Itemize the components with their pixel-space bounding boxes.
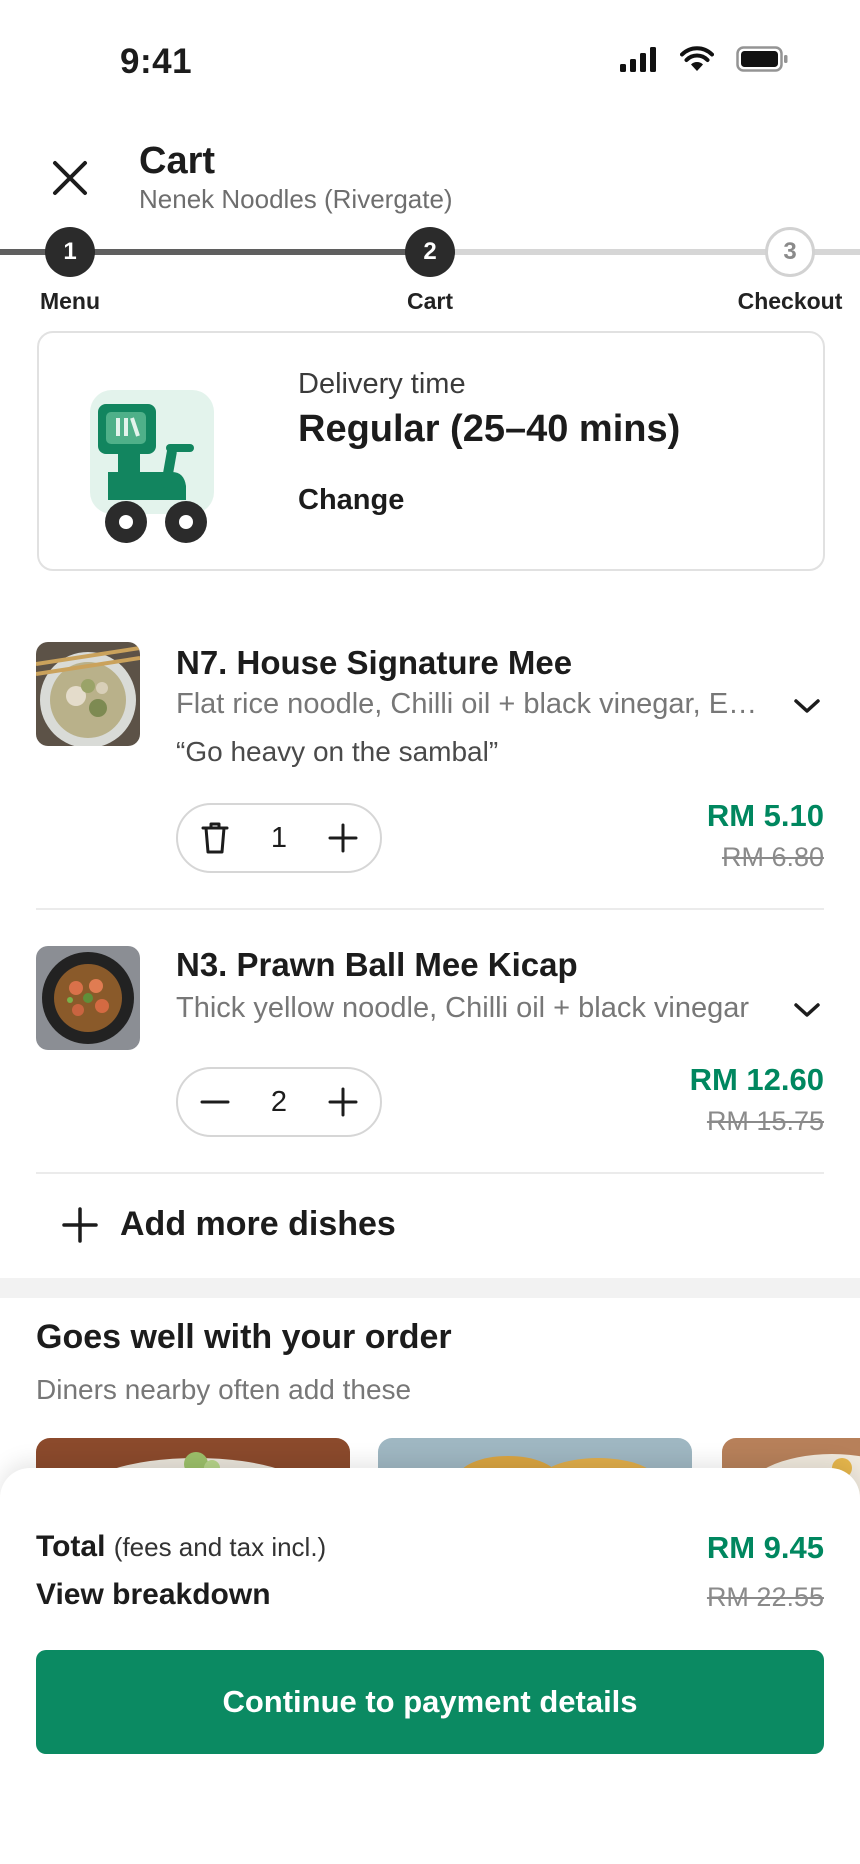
step-checkout-label: Checkout <box>737 288 843 314</box>
close-icon[interactable] <box>50 158 90 198</box>
item-price: RM 5.10 <box>706 798 824 833</box>
original-total-price: RM 22.55 <box>706 1582 824 1612</box>
quantity-stepper: 1 <box>176 803 382 873</box>
step-cart-label: Cart <box>406 288 453 314</box>
total-note: (fees and tax incl.) <box>113 1532 327 1562</box>
change-delivery-button[interactable]: Change <box>298 484 404 517</box>
view-breakdown-link[interactable]: View breakdown <box>36 1578 271 1612</box>
step-cart-dot: 2 <box>405 227 455 277</box>
trash-icon[interactable] <box>200 821 230 855</box>
delivery-time-value: Regular (25–40 mins) <box>298 408 681 450</box>
total-price: RM 9.45 <box>706 1530 824 1565</box>
item-description: Flat rice noodle, Chilli oil + black vin… <box>176 688 766 720</box>
battery-icon <box>736 46 788 72</box>
section-separator <box>0 1278 860 1298</box>
add-more-dishes-button[interactable]: Add more dishes <box>62 1205 396 1244</box>
quantity-value: 2 <box>270 1085 288 1118</box>
item-original-price: RM 6.80 <box>721 842 824 872</box>
step-menu-label: Menu <box>39 288 101 314</box>
item-image <box>36 642 140 746</box>
plus-icon[interactable] <box>328 823 358 853</box>
restaurant-name: Nenek Noodles (Rivergate) <box>139 184 453 214</box>
chevron-down-icon[interactable] <box>792 696 822 716</box>
minus-icon[interactable] <box>200 1087 230 1117</box>
recommendations-title: Goes well with your order <box>36 1318 452 1356</box>
plus-icon <box>62 1206 98 1243</box>
continue-to-payment-button[interactable]: Continue to payment details <box>36 1650 824 1754</box>
plus-icon[interactable] <box>328 1087 358 1117</box>
recommendations-subtitle: Diners nearby often add these <box>36 1374 412 1405</box>
item-name: N3. Prawn Ball Mee Kicap <box>176 946 578 983</box>
item-divider <box>36 1172 824 1174</box>
total-label-text: Total <box>36 1530 106 1563</box>
quantity-stepper: 2 <box>176 1067 382 1137</box>
item-description: Thick yellow noodle, Chilli oil + black … <box>176 992 750 1024</box>
wifi-icon <box>680 46 714 71</box>
add-more-dishes-label: Add more dishes <box>120 1205 396 1243</box>
item-original-price: RM 15.75 <box>706 1106 824 1136</box>
delivery-time-label: Delivery time <box>298 368 466 400</box>
step-menu-dot: 1 <box>45 227 95 277</box>
item-price: RM 12.60 <box>689 1062 824 1097</box>
total-label: Total (fees and tax incl.) <box>36 1530 326 1564</box>
status-icons <box>620 46 788 72</box>
step-checkout-dot: 3 <box>765 227 815 277</box>
item-image <box>36 946 140 1050</box>
delivery-scooter-icon <box>90 390 214 543</box>
item-special-note: “Go heavy on the sambal” <box>176 736 499 767</box>
item-divider <box>36 908 824 910</box>
item-name: N7. House Signature Mee <box>176 644 573 681</box>
status-time: 9:41 <box>120 42 193 81</box>
quantity-value: 1 <box>270 821 288 854</box>
chevron-down-icon[interactable] <box>792 1000 822 1020</box>
page-title: Cart <box>139 140 216 182</box>
cellular-signal-icon <box>620 47 656 72</box>
